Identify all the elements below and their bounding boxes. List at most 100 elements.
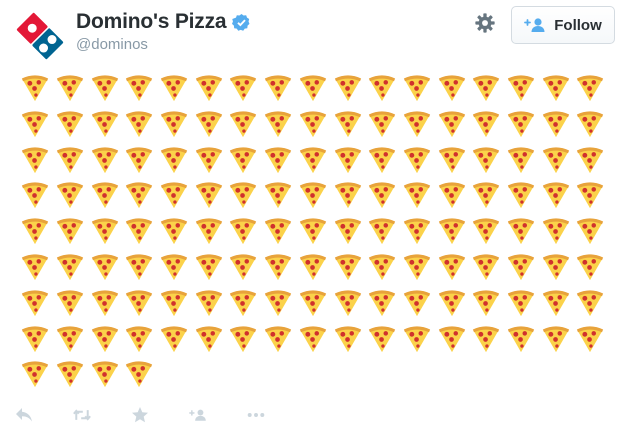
pizza-slice-emoji bbox=[122, 324, 157, 360]
pizza-slice-icon bbox=[228, 288, 258, 318]
pizza-slice-icon bbox=[20, 145, 50, 175]
pizza-slice-emoji bbox=[87, 252, 122, 288]
pizza-slice-icon bbox=[541, 73, 571, 103]
pizza-slice-icon bbox=[20, 359, 50, 389]
pizza-slice-emoji bbox=[53, 109, 88, 145]
retweet-button[interactable] bbox=[73, 406, 91, 424]
pizza-slice-icon bbox=[55, 252, 85, 282]
pizza-slice-emoji bbox=[400, 252, 435, 288]
pizza-slice-icon bbox=[298, 252, 328, 282]
pizza-slice-icon bbox=[333, 109, 363, 139]
pizza-slice-icon bbox=[506, 288, 536, 318]
pizza-slice-emoji bbox=[157, 145, 192, 181]
pizza-slice-emoji bbox=[365, 216, 400, 252]
pizza-slice-emoji bbox=[122, 73, 157, 109]
pizza-slice-emoji bbox=[226, 252, 261, 288]
pizza-slice-emoji bbox=[365, 73, 400, 109]
pizza-slice-emoji bbox=[87, 324, 122, 360]
follow-button[interactable]: Follow bbox=[511, 6, 615, 44]
pizza-slice-icon bbox=[471, 145, 501, 175]
pizza-slice-emoji bbox=[53, 359, 88, 395]
pizza-slice-emoji bbox=[504, 145, 539, 181]
display-name[interactable]: Domino's Pizza bbox=[76, 10, 227, 34]
pizza-slice-emoji bbox=[87, 288, 122, 324]
follow-label: Follow bbox=[554, 16, 602, 34]
pizza-slice-emoji bbox=[573, 180, 608, 216]
pizza-slice-emoji bbox=[365, 145, 400, 181]
pizza-slice-icon bbox=[228, 109, 258, 139]
pizza-slice-emoji bbox=[53, 145, 88, 181]
pizza-slice-icon bbox=[90, 109, 120, 139]
pizza-slice-emoji bbox=[87, 216, 122, 252]
pizza-slice-icon bbox=[575, 73, 605, 103]
pizza-slice-emoji bbox=[18, 359, 53, 395]
pizza-slice-icon bbox=[506, 145, 536, 175]
pizza-slice-icon bbox=[333, 288, 363, 318]
pizza-slice-emoji bbox=[434, 288, 469, 324]
pizza-slice-icon bbox=[90, 359, 120, 389]
account-handle[interactable]: @dominos bbox=[76, 36, 148, 53]
pizza-slice-icon bbox=[402, 145, 432, 175]
pizza-slice-emoji bbox=[365, 180, 400, 216]
pizza-slice-icon bbox=[541, 288, 571, 318]
pizza-slice-emoji bbox=[296, 145, 331, 181]
pizza-slice-emoji bbox=[365, 109, 400, 145]
pizza-slice-icon bbox=[228, 216, 258, 246]
pizza-slice-icon bbox=[367, 73, 397, 103]
pizza-slice-icon bbox=[55, 216, 85, 246]
pizza-slice-emoji bbox=[504, 73, 539, 109]
favorite-button[interactable] bbox=[131, 406, 149, 424]
pizza-slice-icon bbox=[124, 324, 154, 354]
pizza-slice-icon bbox=[333, 216, 363, 246]
pizza-slice-icon bbox=[402, 216, 432, 246]
follow-user-button[interactable] bbox=[189, 406, 207, 424]
pizza-slice-emoji bbox=[191, 252, 226, 288]
pizza-slice-emoji bbox=[469, 324, 504, 360]
pizza-slice-emoji bbox=[400, 180, 435, 216]
gear-icon[interactable] bbox=[474, 12, 496, 34]
pizza-slice-emoji bbox=[261, 216, 296, 252]
pizza-slice-icon bbox=[402, 180, 432, 210]
pizza-slice-icon bbox=[90, 324, 120, 354]
pizza-slice-emoji bbox=[226, 180, 261, 216]
pizza-slice-icon bbox=[367, 324, 397, 354]
pizza-slice-emoji bbox=[504, 216, 539, 252]
pizza-slice-icon bbox=[55, 109, 85, 139]
pizza-slice-emoji bbox=[365, 324, 400, 360]
pizza-slice-emoji bbox=[434, 252, 469, 288]
pizza-slice-icon bbox=[263, 109, 293, 139]
pizza-slice-emoji bbox=[191, 180, 226, 216]
pizza-slice-emoji bbox=[296, 288, 331, 324]
favorite-star-icon bbox=[132, 407, 148, 423]
pizza-slice-emoji bbox=[434, 109, 469, 145]
pizza-slice-emoji bbox=[434, 145, 469, 181]
pizza-slice-emoji bbox=[504, 252, 539, 288]
pizza-slice-icon bbox=[228, 324, 258, 354]
pizza-slice-emoji bbox=[296, 73, 331, 109]
pizza-slice-icon bbox=[402, 288, 432, 318]
pizza-slice-icon bbox=[575, 252, 605, 282]
pizza-slice-emoji bbox=[226, 145, 261, 181]
pizza-slice-icon bbox=[124, 252, 154, 282]
pizza-slice-icon bbox=[402, 324, 432, 354]
pizza-slice-icon bbox=[194, 145, 224, 175]
reply-button[interactable] bbox=[15, 406, 33, 424]
pizza-slice-icon bbox=[333, 180, 363, 210]
pizza-slice-icon bbox=[159, 288, 189, 318]
pizza-slice-icon bbox=[437, 73, 467, 103]
pizza-slice-emoji bbox=[191, 109, 226, 145]
dominos-logo[interactable] bbox=[14, 10, 66, 62]
pizza-slice-emoji bbox=[469, 216, 504, 252]
pizza-slice-icon bbox=[55, 288, 85, 318]
more-button[interactable] bbox=[247, 406, 265, 424]
pizza-slice-emoji bbox=[122, 252, 157, 288]
pizza-slice-icon bbox=[402, 73, 432, 103]
add-user-icon bbox=[524, 18, 545, 32]
pizza-slice-icon bbox=[90, 180, 120, 210]
pizza-slice-emoji bbox=[573, 324, 608, 360]
pizza-slice-emoji bbox=[504, 109, 539, 145]
pizza-slice-icon bbox=[55, 73, 85, 103]
pizza-slice-icon bbox=[471, 180, 501, 210]
pizza-slice-icon bbox=[194, 73, 224, 103]
pizza-slice-emoji bbox=[53, 73, 88, 109]
